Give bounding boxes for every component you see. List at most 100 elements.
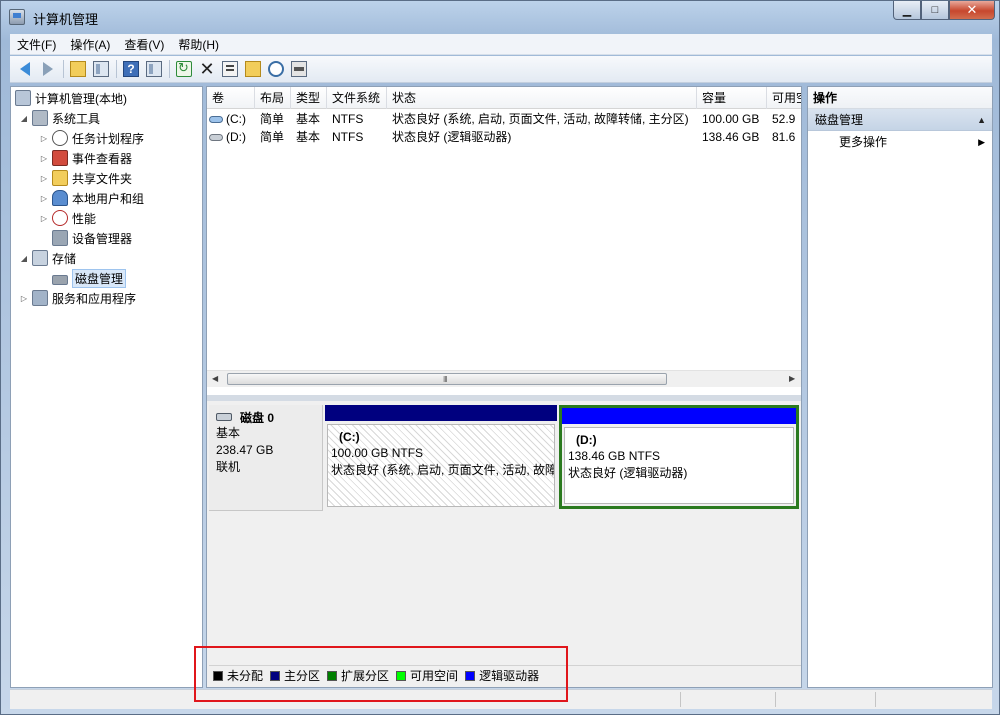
clock-icon (52, 130, 68, 146)
back-button[interactable] (14, 58, 36, 80)
legend-label: 扩展分区 (341, 669, 390, 683)
tree-item-shared-folders[interactable]: ▷ 共享文件夹 (39, 168, 132, 188)
up-level-button[interactable] (67, 58, 89, 80)
action-section-disk-management[interactable]: 磁盘管理 ▲ (808, 109, 992, 131)
maximize-button[interactable]: □ (921, 1, 949, 20)
minimize-button[interactable]: ▁ (893, 1, 921, 20)
collapsed-triangle-icon[interactable]: ▷ (39, 154, 49, 163)
column-capacity[interactable]: 容量 (697, 87, 767, 109)
delete-button[interactable]: ✕ (196, 58, 218, 80)
column-free-space[interactable]: 可用空 (767, 87, 801, 109)
properties-icon (222, 61, 238, 77)
volume-row[interactable]: (C:) 简单 基本 NTFS 状态良好 (系统, 启动, 页面文件, 活动, … (207, 110, 801, 128)
expanded-triangle-icon[interactable]: ◢ (19, 254, 29, 263)
scroll-right-arrow-icon[interactable]: ▶ (789, 374, 795, 383)
open-folder-icon (245, 61, 261, 77)
collapsed-triangle-icon[interactable]: ▷ (39, 174, 49, 183)
collapsed-triangle-icon[interactable]: ▷ (39, 214, 49, 223)
volume-icon (209, 134, 223, 142)
more-actions-label: 更多操作 (839, 135, 888, 149)
tree-item-disk-management[interactable]: 磁盘管理 (52, 268, 127, 288)
partition-name: (C:) (339, 430, 360, 444)
refresh-button[interactable] (173, 58, 195, 80)
find-button[interactable] (265, 58, 287, 80)
disk-size: 238.47 GB (216, 443, 274, 457)
volume-icon (209, 116, 223, 124)
toolbar: ? ✕ (10, 56, 992, 83)
tree-item-system-tools[interactable]: ◢ 系统工具 (19, 108, 100, 128)
storage-icon (32, 250, 48, 266)
column-layout[interactable]: 布局 (255, 87, 291, 109)
help-icon: ? (123, 61, 139, 77)
legend-item-logical-drive: 逻辑驱动器 (465, 667, 539, 684)
close-button[interactable]: ✕ (949, 1, 995, 20)
volume-row[interactable]: (D:) 简单 基本 NTFS 状态良好 (逻辑驱动器) 138.46 GB 8… (207, 128, 801, 146)
volume-cell: (D:) (207, 128, 255, 146)
more-actions-item[interactable]: 更多操作 ▶ (808, 131, 992, 153)
toolbar-separator (116, 60, 117, 78)
tree-item-performance[interactable]: ▷ 性能 (39, 208, 96, 228)
disk-management-view: 卷 布局 类型 文件系统 状态 容量 可用空 (C:) 简单 基本 NTFS 状… (206, 86, 802, 688)
menu-bar: 文件(F) 操作(A) 查看(V) 帮助(H) (10, 34, 992, 55)
tree-label: 磁盘管理 (72, 268, 127, 288)
column-status[interactable]: 状态 (387, 87, 697, 109)
partition-d[interactable]: (D:) 138.46 GB NTFS 状态良好 (逻辑驱动器) (559, 405, 799, 509)
collapsed-triangle-icon[interactable]: ▷ (39, 134, 49, 143)
show-hide-action-pane-button[interactable] (143, 58, 165, 80)
scroll-thumb[interactable]: III (227, 373, 667, 385)
expanded-triangle-icon[interactable]: ◢ (19, 114, 29, 123)
column-type[interactable]: 类型 (291, 87, 327, 109)
tree-label: 事件查看器 (72, 151, 133, 166)
open-button[interactable] (242, 58, 264, 80)
back-arrow-icon (20, 62, 30, 76)
disk-type: 基本 (216, 426, 241, 440)
computer-management-icon (9, 9, 25, 25)
tree-item-storage[interactable]: ◢ 存储 (19, 248, 76, 268)
menu-action[interactable]: 操作(A) (63, 36, 117, 53)
window-title: 计算机管理 (33, 12, 99, 27)
folder-up-icon (70, 61, 86, 77)
tree-item-device-manager[interactable]: 设备管理器 (52, 228, 132, 248)
tree-label: 任务计划程序 (72, 131, 145, 146)
show-hide-console-tree-button[interactable] (90, 58, 112, 80)
disk-settings-button[interactable] (288, 58, 310, 80)
disk-name: 磁盘 0 (240, 410, 275, 425)
tree-item-root[interactable]: 计算机管理(本地) (15, 88, 127, 108)
tree-label: 系统工具 (52, 111, 101, 126)
file-system-cell: NTFS (332, 130, 364, 144)
services-icon (32, 290, 48, 306)
legend-item-primary: 主分区 (270, 667, 320, 684)
partition-d-body: (D:) 138.46 GB NTFS 状态良好 (逻辑驱动器) (564, 427, 794, 504)
column-file-system[interactable]: 文件系统 (327, 87, 387, 109)
partition-status: 状态良好 (系统, 启动, 页面文件, 活动, 故障 (331, 463, 555, 477)
tree-item-event-viewer[interactable]: ▷ 事件查看器 (39, 148, 132, 168)
forward-button[interactable] (37, 58, 59, 80)
tree-item-services-apps[interactable]: ▷ 服务和应用程序 (19, 288, 136, 308)
disk-0-label[interactable]: 磁盘 0 基本 238.47 GB 联机 (209, 405, 323, 511)
tree-label: 服务和应用程序 (52, 291, 137, 306)
free-space-cell: 81.6 (772, 130, 796, 144)
title-bar[interactable]: 计算机管理 ▁ □ ✕ (1, 1, 999, 33)
tree-item-task-scheduler[interactable]: ▷ 任务计划程序 (39, 128, 144, 148)
action-pane-header: 操作 (808, 87, 992, 109)
status-separator (680, 692, 681, 707)
menu-help[interactable]: 帮助(H) (171, 36, 226, 53)
disk-status: 联机 (216, 460, 241, 474)
menu-file[interactable]: 文件(F) (10, 36, 63, 53)
collapsed-triangle-icon[interactable]: ▷ (39, 194, 49, 203)
help-button[interactable]: ? (120, 58, 142, 80)
tree-item-local-users[interactable]: ▷ 本地用户和组 (39, 188, 144, 208)
horizontal-scrollbar[interactable]: ◀ III ▶ (207, 370, 801, 387)
toolbar-separator (63, 60, 64, 78)
column-volume[interactable]: 卷 (207, 87, 255, 109)
collapse-icon[interactable]: ▲ (977, 109, 986, 131)
legend-label: 逻辑驱动器 (479, 669, 540, 683)
volume-list: 卷 布局 类型 文件系统 状态 容量 可用空 (C:) 简单 基本 NTFS 状… (207, 87, 801, 395)
volume-cell: (C:) (207, 110, 255, 128)
action-section-label: 磁盘管理 (815, 113, 864, 127)
properties-button[interactable] (219, 58, 241, 80)
menu-view[interactable]: 查看(V) (117, 36, 171, 53)
partition-c[interactable]: (C:) 100.00 GB NTFS 状态良好 (系统, 启动, 页面文件, … (325, 405, 557, 509)
scroll-left-arrow-icon[interactable]: ◀ (212, 374, 218, 383)
collapsed-triangle-icon[interactable]: ▷ (19, 294, 29, 303)
